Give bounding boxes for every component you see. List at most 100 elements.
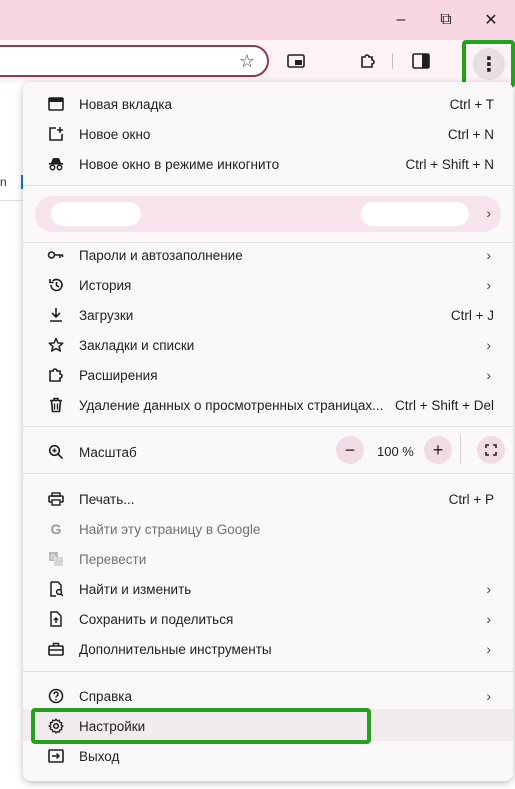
menu-item-shortcut: Ctrl + Shift + Del xyxy=(394,397,494,413)
menu-item-label: Загрузки xyxy=(79,307,134,323)
close-icon: ✕ xyxy=(484,12,498,29)
page-text-fragment: n xyxy=(0,175,7,189)
menu-item-label: Найти эту страницу в Google xyxy=(79,521,261,537)
exit-icon xyxy=(47,747,65,765)
menu-separator xyxy=(23,426,513,427)
extension-icon xyxy=(47,366,65,384)
svg-text:G: G xyxy=(51,554,56,562)
menu-separator xyxy=(23,473,513,474)
menu-item-shortcut: Ctrl + P xyxy=(448,491,494,507)
key-icon xyxy=(47,246,65,264)
chevron-right-icon: › xyxy=(486,277,491,293)
menu-item-extensions[interactable]: Расширения › xyxy=(23,360,513,390)
chevron-right-icon: › xyxy=(486,688,491,704)
menu-item-label: История xyxy=(79,277,132,293)
menu-item-label: Сохранить и поделиться xyxy=(79,611,234,627)
menu-item-shortcut: Ctrl + T xyxy=(449,96,494,112)
side-panel-icon[interactable] xyxy=(409,49,433,73)
menu-item-bookmarks[interactable]: Закладки и списки › xyxy=(23,330,513,360)
profile-email-redacted xyxy=(361,202,469,226)
menu-item-exit[interactable]: Выход xyxy=(23,741,513,771)
menu-item-incognito[interactable]: Новое окно в режиме инкогнито Ctrl + Shi… xyxy=(23,149,513,179)
menu-item-shortcut: Ctrl + J xyxy=(450,307,494,323)
menu-item-label: Выход xyxy=(79,748,120,764)
profile-name-redacted xyxy=(51,202,141,226)
zoom-in-button[interactable]: + xyxy=(424,436,452,464)
incognito-icon xyxy=(47,155,65,173)
menu-item-downloads[interactable]: Загрузки Ctrl + J xyxy=(23,300,513,330)
menu-item-label: Пароли и автозаполнение xyxy=(79,247,243,263)
print-icon xyxy=(47,490,65,508)
zoom-icon xyxy=(47,443,65,461)
menu-item-shortcut: Ctrl + Shift + N xyxy=(405,156,494,172)
minus-icon: − xyxy=(344,439,356,460)
zoom-label: Масштаб xyxy=(79,444,137,460)
history-icon xyxy=(47,276,65,294)
download-icon xyxy=(47,306,65,324)
share-icon xyxy=(47,610,65,628)
three-dots-icon: ⋮ xyxy=(479,53,499,76)
translate-icon: G xyxy=(47,550,65,568)
chrome-menu-button[interactable]: ⋮ xyxy=(473,48,505,80)
restore-icon: ⧉ xyxy=(440,11,452,28)
menu-item-search-google[interactable]: G Найти эту страницу в Google xyxy=(23,514,513,544)
minimize-button[interactable]: – xyxy=(381,6,421,34)
trash-icon xyxy=(47,396,65,414)
menu-item-help[interactable]: Справка › xyxy=(23,681,513,711)
help-icon xyxy=(47,687,65,705)
picture-in-picture-icon[interactable] xyxy=(284,49,308,73)
chrome-main-menu: Новая вкладка Ctrl + T Новое окно Ctrl +… xyxy=(23,82,513,781)
menu-item-translate[interactable]: G Перевести xyxy=(23,544,513,574)
maximize-button[interactable]: ⧉ xyxy=(426,6,466,34)
menu-item-label: Новое окно xyxy=(79,126,151,142)
zoom-level: 100 % xyxy=(377,444,414,459)
tools-icon xyxy=(47,640,65,658)
menu-separator xyxy=(23,185,513,186)
menu-item-find[interactable]: Найти и изменить › xyxy=(23,574,513,604)
profile-row[interactable]: › xyxy=(35,196,501,232)
extensions-icon[interactable] xyxy=(356,49,380,73)
chevron-right-icon: › xyxy=(486,367,491,383)
menu-item-more-tools[interactable]: Дополнительные инструменты › xyxy=(23,634,513,664)
menu-item-label: Дополнительные инструменты xyxy=(79,641,272,657)
menu-item-label: Расширения xyxy=(79,367,158,383)
menu-item-label: Перевести xyxy=(79,551,147,567)
chevron-right-icon: › xyxy=(486,581,491,597)
menu-item-save-share[interactable]: Сохранить и поделиться › xyxy=(23,604,513,634)
menu-item-label: Справка xyxy=(79,688,132,704)
menu-item-label: Новое окно в режиме инкогнито xyxy=(79,156,280,172)
chevron-right-icon: › xyxy=(486,247,491,263)
new-tab-icon xyxy=(47,95,65,113)
google-icon: G xyxy=(50,521,62,537)
menu-item-label: Закладки и списки xyxy=(79,337,195,353)
browser-toolbar: ☆ xyxy=(0,40,515,82)
menu-item-passwords[interactable]: Пароли и автозаполнение › xyxy=(23,240,513,270)
menu-item-print[interactable]: Печать... Ctrl + P xyxy=(23,484,513,514)
menu-item-clear-data[interactable]: Удаление данных о просмотренных страница… xyxy=(23,390,513,420)
close-window-button[interactable]: ✕ xyxy=(471,6,511,34)
menu-item-shortcut: Ctrl + N xyxy=(447,126,494,142)
new-window-icon xyxy=(47,125,65,143)
menu-item-label: Новая вкладка xyxy=(79,96,173,112)
chevron-right-icon: › xyxy=(486,611,491,627)
fullscreen-button[interactable] xyxy=(477,436,505,464)
address-bar[interactable]: ☆ xyxy=(0,45,269,77)
fullscreen-icon xyxy=(485,444,497,456)
star-icon xyxy=(47,336,65,354)
chevron-right-icon: › xyxy=(486,641,491,657)
menu-item-label: Удаление данных о просмотренных страница… xyxy=(79,397,384,413)
zoom-divider xyxy=(460,434,461,464)
chevron-right-icon: › xyxy=(486,337,491,353)
title-bar: – ⧉ ✕ xyxy=(0,0,515,40)
menu-item-new-tab[interactable]: Новая вкладка Ctrl + T xyxy=(23,89,513,119)
menu-item-label: Найти и изменить xyxy=(79,581,192,597)
plus-icon: + xyxy=(432,439,444,460)
find-icon xyxy=(47,580,65,598)
menu-item-history[interactable]: История › xyxy=(23,270,513,300)
bookmark-star-icon[interactable]: ☆ xyxy=(239,51,255,72)
menu-item-new-window[interactable]: Новое окно Ctrl + N xyxy=(23,119,513,149)
chevron-right-icon: › xyxy=(486,205,491,221)
menu-item-label: Печать... xyxy=(79,491,135,507)
zoom-out-button[interactable]: − xyxy=(336,436,364,464)
menu-separator xyxy=(23,671,513,672)
